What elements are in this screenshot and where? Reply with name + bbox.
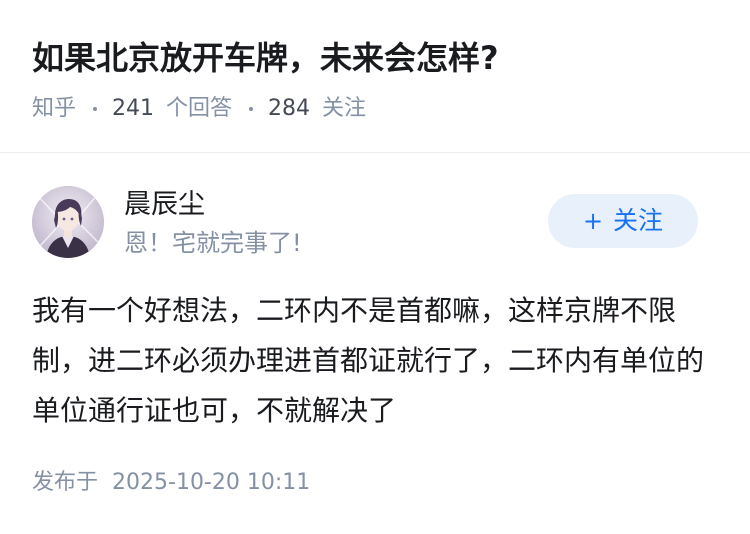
avatar[interactable] — [32, 186, 104, 258]
time-prefix: 发布于 — [32, 470, 99, 495]
answer-content: 我有一个好想法，二环内不是首都嘛，这样京牌不限制，进二环必须办理进首都证就行了，… — [32, 294, 705, 427]
follower-count: 284 — [268, 96, 311, 121]
answer-count-label[interactable]: 个回答 — [166, 92, 232, 126]
follow-button-label: 关注 — [613, 206, 664, 235]
follower-count-label: 关注 — [322, 96, 367, 121]
author-headline: 恩！宅就完事了! — [124, 229, 302, 257]
question-title[interactable]: 如果北京放开车牌，未来会怎样? — [32, 34, 499, 82]
question-header: 如果北京放开车牌，未来会怎样? 知乎 241 个回答 284 关注 — [0, 0, 750, 153]
source-label[interactable]: 知乎 — [32, 92, 76, 126]
question-meta: 知乎 241 个回答 284 关注 — [32, 92, 366, 126]
meta-separator — [93, 107, 98, 111]
author-name[interactable]: 晨辰尘 — [124, 186, 205, 224]
answer-time: 发布于 2025-10-20 10:11 — [32, 466, 310, 500]
avatar-portrait-icon — [32, 186, 104, 258]
follow-button[interactable]: + 关注 — [548, 194, 698, 248]
plus-icon: + — [582, 207, 604, 235]
answer-count: 241 — [112, 96, 155, 121]
author-block: 晨辰尘 恩！宅就完事了! + 关注 — [32, 186, 718, 262]
meta-separator — [249, 107, 254, 111]
publish-time: 2025-10-20 10:11 — [112, 470, 311, 495]
